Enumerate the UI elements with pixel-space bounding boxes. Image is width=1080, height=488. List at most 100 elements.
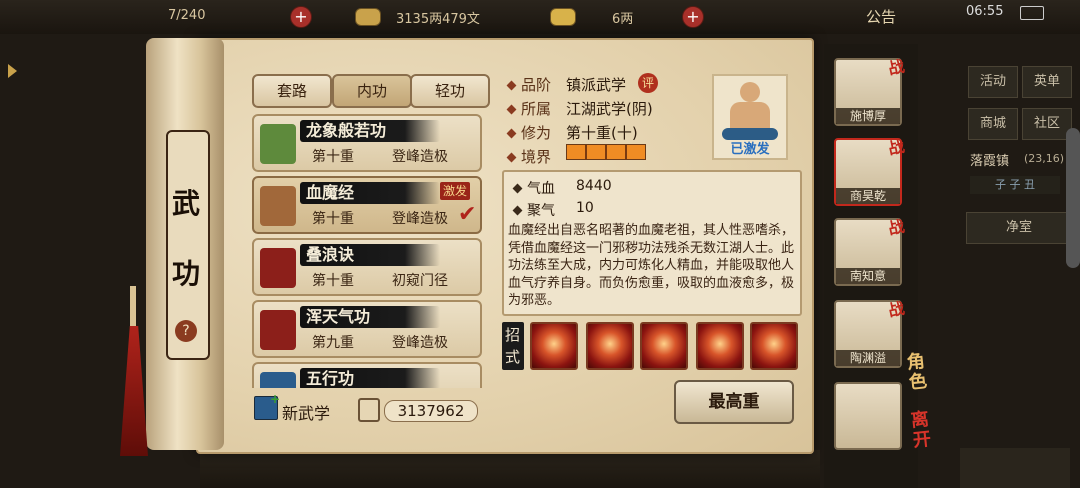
activity-button[interactable]: 活动 <box>968 66 1018 98</box>
member-name: 施博厚 <box>836 108 900 124</box>
skill-name: 血魔经 <box>306 183 355 202</box>
tab-lightness[interactable]: 轻功 <box>410 74 490 108</box>
time-period: 子 子 丑 <box>970 176 1060 194</box>
move-icon[interactable] <box>696 322 744 370</box>
grade-value: 镇派武学 <box>566 76 627 94</box>
cultivation-value: 第十重(十) <box>566 124 638 142</box>
side-scrollbar[interactable] <box>1066 128 1080 268</box>
focus-label: 聚气 <box>527 203 555 219</box>
announcement-button[interactable]: 公告 <box>866 6 896 27</box>
monk-head <box>740 82 760 102</box>
activated-label: 已激发 <box>730 142 770 157</box>
skill-points: 3137962 <box>384 400 478 422</box>
list-item[interactable]: 叠浪诀 第十重 初窥门径 <box>252 238 482 296</box>
list-item[interactable]: 血魔经 激发 第十重 登峰造极 ✔ <box>252 176 482 234</box>
sect-row: 所属 <box>506 98 552 119</box>
skill-level: 第九重 <box>312 335 354 351</box>
role-button[interactable]: 角色 <box>906 351 940 394</box>
grade-badge: 评 <box>638 73 658 93</box>
party-member[interactable]: 战陶渊溢 <box>834 299 906 368</box>
skill-name-brush: 五行功 <box>300 368 440 388</box>
activated-badge: 激发 <box>440 182 471 200</box>
list-item[interactable]: 浑天气功 第九重 登峰造极 <box>252 300 482 358</box>
list-item[interactable]: 龙象般若功 第十重 登峰造极 <box>252 114 482 172</box>
member-name: 商昊乾 <box>836 188 900 204</box>
max-level-button[interactable]: 最高重 <box>674 380 794 424</box>
skill-name-brush: 血魔经 <box>300 182 440 204</box>
bottom-dock <box>200 450 820 488</box>
tab-inner-power[interactable]: 内功 <box>332 74 412 108</box>
coin-icon <box>355 8 381 26</box>
realm-bar-fill <box>567 145 645 159</box>
party-member[interactable]: 战南知意 <box>834 217 906 286</box>
battery-icon <box>1020 6 1044 20</box>
skill-book-icon <box>260 124 296 164</box>
skill-name-brush: 叠浪诀 <box>300 244 440 266</box>
leave-button[interactable]: 离开 <box>910 409 944 452</box>
activation-figure: 已激发 <box>712 74 788 160</box>
help-button[interactable]: ? <box>175 320 197 342</box>
add-stamina-button[interactable]: + <box>290 6 312 28</box>
leaderboard-button[interactable]: 英单 <box>1022 66 1072 98</box>
new-skill-button[interactable]: 新武学 <box>282 400 330 424</box>
move-icon[interactable] <box>530 322 578 370</box>
sect-label: 所属 <box>521 100 552 118</box>
party-member[interactable] <box>834 382 902 450</box>
skill-level: 第十重 <box>312 273 354 289</box>
skill-rank: 登峰造极 <box>392 149 448 165</box>
list-item[interactable]: 五行功 <box>252 362 482 388</box>
move-icon[interactable] <box>750 322 798 370</box>
party-member[interactable]: 战施博厚 <box>834 57 906 126</box>
money-display: 3135两479文 <box>396 12 480 27</box>
skill-name: 龙象般若功 <box>306 121 387 140</box>
skill-book-icon <box>260 372 296 388</box>
member-name: 南知意 <box>836 268 900 284</box>
clock: 06:55 <box>966 4 1004 19</box>
skill-name: 浑天气功 <box>306 307 371 326</box>
bottom-right-dock <box>960 448 1070 488</box>
sect-value: 江湖武学(阴) <box>566 100 653 118</box>
room-button[interactable]: 净室 <box>966 212 1072 244</box>
cultivation-label: 修为 <box>521 124 552 142</box>
add-premium-button[interactable]: + <box>682 6 704 28</box>
skill-level: 第十重 <box>312 211 354 227</box>
hp-row: 气血 <box>512 178 555 198</box>
tab-routines[interactable]: 套路 <box>252 74 332 108</box>
move-icon[interactable] <box>586 322 634 370</box>
party-member[interactable]: 战商昊乾 <box>834 137 906 206</box>
skill-name: 五行功 <box>306 369 355 388</box>
skill-rank: 初窥门径 <box>392 273 448 289</box>
skill-rank: 登峰造极 <box>392 211 448 227</box>
hp-label: 气血 <box>527 181 555 197</box>
skill-list[interactable]: 龙象般若功 第十重 登峰造极 血魔经 激发 第十重 登峰造极 ✔ 叠浪诀 第十重… <box>248 112 484 388</box>
plus-icon: + <box>270 392 281 406</box>
top-bar <box>0 0 1080 34</box>
focus-value: 10 <box>576 200 594 216</box>
skill-book-icon <box>260 310 296 350</box>
location-coords: (23,16) <box>1024 152 1065 165</box>
member-name: 陶渊溢 <box>836 350 900 366</box>
points-book-icon <box>358 398 380 422</box>
skill-name-brush: 浑天气功 <box>300 306 440 328</box>
grade-label: 品阶 <box>521 76 552 94</box>
scroll-title-char2: 功 <box>172 257 201 290</box>
premium-display: 6两 <box>612 12 634 27</box>
location-name: 落霞镇 <box>970 154 1010 169</box>
moves-label-char1: 招 <box>505 326 521 344</box>
skill-book-icon <box>260 248 296 288</box>
realm-bar <box>566 144 646 160</box>
skill-description: 血魔经出自恶名昭著的血魔老祖，其人性恶嗜杀，凭借血魔经这一门邪秽功法残杀无数江湖… <box>508 223 795 308</box>
skill-rank: 登峰造极 <box>392 335 448 351</box>
focus-row: 聚气 <box>512 200 555 220</box>
move-icon[interactable] <box>640 322 688 370</box>
stamina-display: 7/240 <box>168 8 206 23</box>
expand-arrow-icon[interactable] <box>8 64 17 78</box>
scroll-title-char1: 武 <box>172 187 201 220</box>
realm-label: 境界 <box>521 148 552 166</box>
skill-name-brush: 龙象般若功 <box>300 120 440 142</box>
checkmark-icon: ✔ <box>458 202 477 227</box>
cultivation-row: 修为 <box>506 122 552 143</box>
community-button[interactable]: 社区 <box>1022 108 1072 140</box>
shop-button[interactable]: 商城 <box>968 108 1018 140</box>
moves-label-char2: 式 <box>505 348 521 366</box>
